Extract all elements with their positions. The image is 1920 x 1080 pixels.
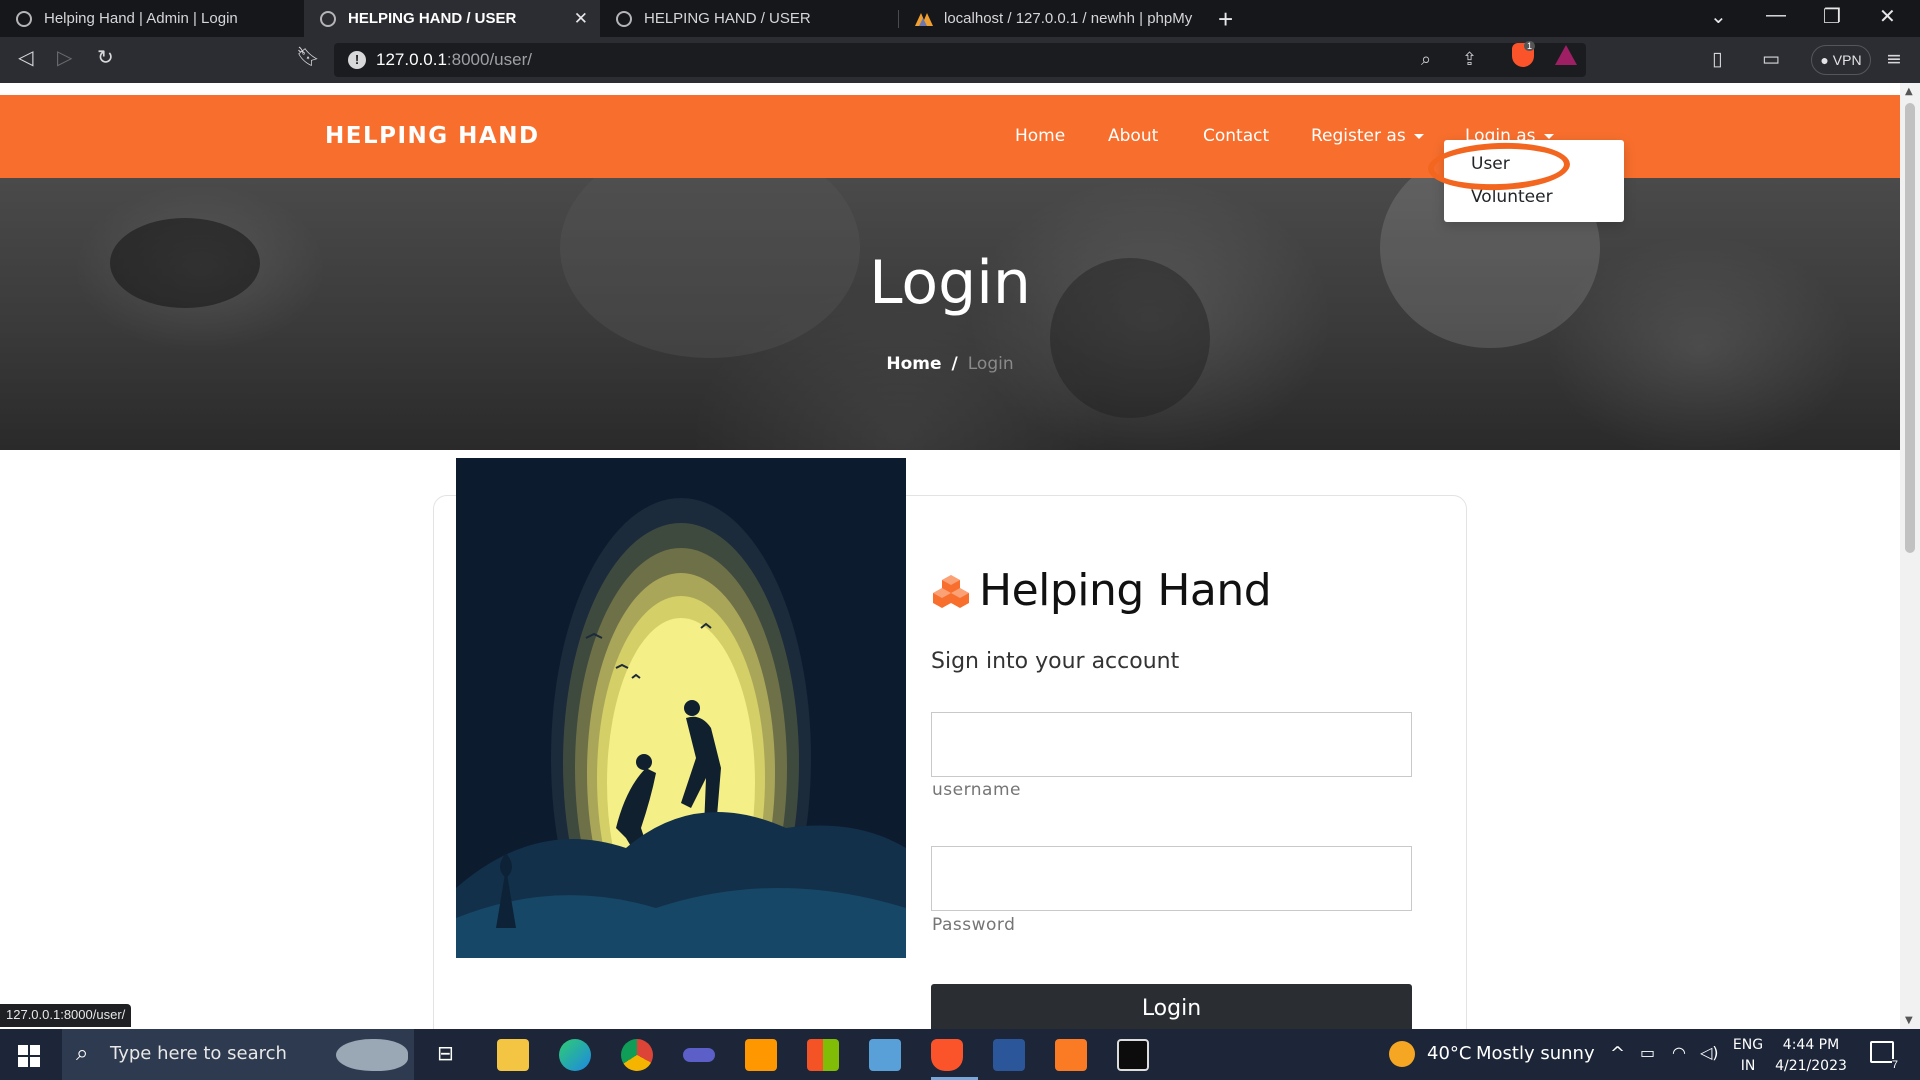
login-logo: Helping Hand — [931, 565, 1272, 616]
scroll-down-arrow[interactable]: ▼ — [1905, 1015, 1913, 1026]
address-bar[interactable]: ! 127.0.0.1:8000/user/ ⌕ ⇪ — [334, 43, 1586, 77]
tab-title: Helping Hand | Admin | Login — [44, 10, 238, 27]
breadcrumb: Home / Login — [0, 354, 1900, 374]
notification-center-icon[interactable]: 7 — [1870, 1041, 1898, 1071]
restore-icon[interactable]: ❐ — [1823, 4, 1841, 29]
browser-tab-bar: Helping Hand | Admin | Login HELPING HAN… — [0, 0, 1920, 37]
clock-time: 4:44 PM — [1782, 1037, 1840, 1053]
vpn-button[interactable]: ● VPN — [1811, 45, 1871, 75]
search-app-icon[interactable] — [869, 1039, 901, 1071]
notification-count: 7 — [1891, 1059, 1898, 1071]
vpn-label: VPN — [1832, 52, 1862, 68]
wallet-icon[interactable]: ▭ — [1762, 48, 1780, 70]
weather-desc[interactable]: Mostly sunny — [1476, 1043, 1595, 1064]
tab-title: HELPING HAND / USER — [644, 10, 811, 27]
tab-user[interactable]: HELPING HAND / USER — [600, 0, 898, 37]
edge-icon[interactable] — [559, 1039, 591, 1071]
reload-icon[interactable]: ↻ — [97, 45, 114, 69]
word-icon[interactable] — [993, 1039, 1025, 1071]
tab-admin-login[interactable]: Helping Hand | Admin | Login — [0, 0, 304, 37]
scroll-up-arrow[interactable]: ▲ — [1905, 86, 1913, 97]
breadcrumb-current: Login — [967, 354, 1014, 374]
weather-temp[interactable]: 40°C — [1427, 1043, 1471, 1064]
tab-user-active[interactable]: HELPING HAND / USER ✕ — [304, 0, 600, 37]
climbers-illustration — [456, 458, 906, 958]
browser-toolbar: ◁ ▷ ↻ 🔖︎ ! 127.0.0.1:8000/user/ ⌕ ⇪ 1 ▯ … — [0, 37, 1920, 83]
url-host: 127.0.0.1 — [376, 50, 447, 69]
tab-title: HELPING HAND / USER — [348, 10, 517, 27]
chrome-icon[interactable] — [621, 1039, 653, 1071]
tab-phpmyadmin[interactable]: localhost / 127.0.0.1 / newhh | phpMy — [898, 0, 1202, 37]
password-label: Password — [932, 915, 1016, 935]
forward-icon[interactable]: ▷ — [57, 45, 72, 69]
share-icon[interactable]: ⇪ — [1462, 49, 1477, 70]
search-placeholder: Type here to search — [110, 1043, 287, 1064]
clock-date: 4/21/2023 — [1775, 1058, 1847, 1074]
menu-icon[interactable]: ≡ — [1886, 48, 1902, 70]
scroll-thumb[interactable] — [1905, 103, 1915, 553]
search-icon: ⌕ — [76, 1041, 89, 1066]
globe-icon — [16, 10, 32, 27]
globe-icon — [320, 10, 336, 27]
nav-about[interactable]: About — [1108, 126, 1158, 146]
windows-taskbar: ⌕ Type here to search ⊟ 40°C Mostly sunn… — [0, 1029, 1920, 1080]
signin-subtitle: Sign into your account — [931, 649, 1180, 674]
caret-down-icon — [1543, 133, 1554, 139]
volume-icon[interactable]: ◁) — [1700, 1043, 1719, 1062]
login-button[interactable]: Login — [931, 984, 1412, 1034]
link-status-bubble: 127.0.0.1:8000/user/ — [0, 1004, 132, 1027]
site-info-icon[interactable]: ! — [348, 51, 366, 69]
nav-home[interactable]: Home — [1015, 126, 1065, 146]
minimize-icon[interactable]: — — [1766, 4, 1786, 27]
page-title: Login — [869, 248, 1031, 318]
close-tab-icon[interactable]: ✕ — [574, 9, 588, 29]
logo-text: Helping Hand — [979, 565, 1272, 616]
password-input[interactable] — [931, 846, 1412, 911]
sidebar-icon[interactable]: ▯ — [1712, 48, 1722, 70]
infinity-app-icon[interactable] — [683, 1048, 715, 1062]
shields-count-badge: 1 — [1524, 41, 1536, 51]
url-text: 127.0.0.1:8000/user/ — [376, 50, 532, 70]
site-brand[interactable]: HELPING HAND — [325, 123, 540, 149]
phpmyadmin-icon — [915, 12, 933, 26]
tab-title: localhost / 127.0.0.1 / newhh | phpMy — [944, 10, 1193, 27]
cubes-icon — [933, 574, 969, 608]
username-label: username — [932, 780, 1021, 800]
url-path: :8000/user/ — [446, 50, 532, 69]
sublime-text-icon[interactable] — [745, 1039, 777, 1071]
close-window-icon[interactable]: ✕ — [1879, 4, 1896, 29]
bookmark-icon[interactable]: 🔖︎ — [296, 45, 320, 68]
nav-register-dropdown[interactable]: Register as — [1311, 126, 1424, 146]
username-input[interactable] — [931, 712, 1412, 777]
chevron-up-icon[interactable]: ^ — [1610, 1043, 1625, 1064]
breadcrumb-home[interactable]: Home — [886, 354, 941, 374]
language-indicator[interactable]: ENG IN — [1728, 1035, 1768, 1077]
battery-icon[interactable]: ▭ — [1640, 1043, 1655, 1062]
breadcrumb-separator: / — [951, 354, 958, 374]
brave-browser-icon[interactable] — [931, 1039, 963, 1071]
weather-sun-icon — [1389, 1041, 1415, 1067]
windows-start-icon[interactable] — [18, 1045, 40, 1067]
file-explorer-icon[interactable] — [497, 1039, 529, 1071]
search-highlight-image — [336, 1039, 408, 1071]
wifi-icon[interactable]: ◠ — [1672, 1043, 1686, 1062]
nav-contact[interactable]: Contact — [1203, 126, 1269, 146]
terminal-icon[interactable] — [1117, 1039, 1149, 1071]
back-icon[interactable]: ◁ — [18, 45, 33, 69]
system-clock[interactable]: 4:44 PM 4/21/2023 — [1766, 1035, 1856, 1077]
lang-bottom: IN — [1740, 1058, 1756, 1074]
page-scrollbar[interactable]: ▲ ▼ — [1900, 83, 1920, 1029]
globe-icon — [616, 10, 632, 27]
zoom-icon[interactable]: ⌕ — [1421, 49, 1431, 70]
microsoft-store-icon[interactable] — [807, 1039, 839, 1071]
caret-down-icon — [1413, 133, 1424, 139]
brave-rewards-icon[interactable] — [1555, 45, 1577, 65]
chevron-down-icon[interactable]: ⌄ — [1710, 4, 1727, 29]
task-view-icon[interactable]: ⊟ — [437, 1041, 454, 1065]
lang-top: ENG — [1732, 1037, 1764, 1053]
nav-register-label: Register as — [1311, 126, 1406, 146]
new-tab-button[interactable]: + — [1218, 4, 1233, 35]
login-illustration — [456, 458, 906, 958]
xampp-icon[interactable] — [1055, 1039, 1087, 1071]
